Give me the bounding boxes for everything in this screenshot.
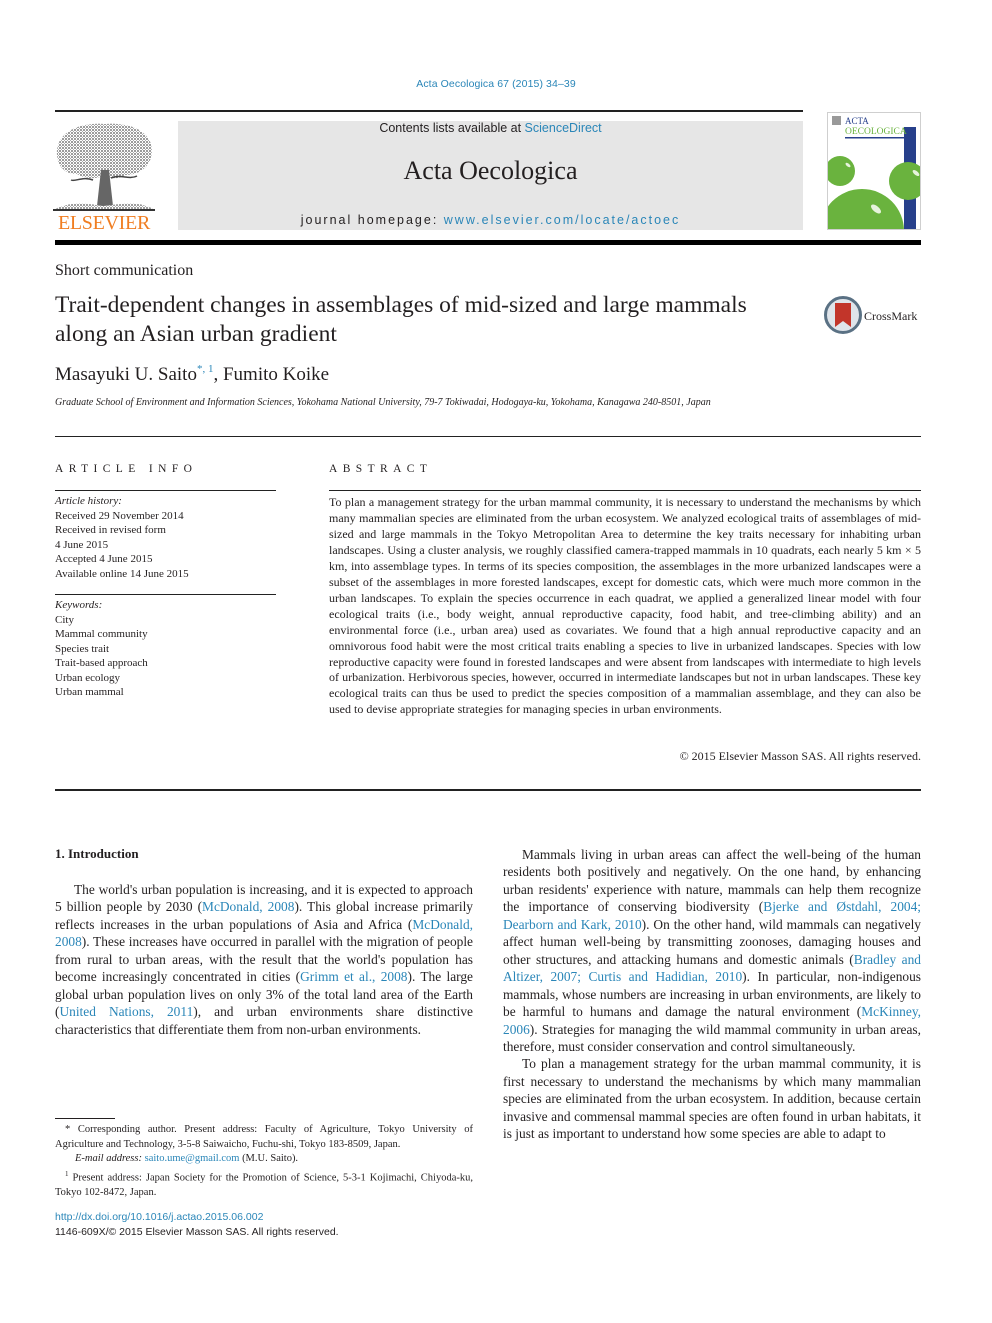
article-type: Short communication xyxy=(55,262,194,279)
footnote-email: E-mail address: saito.ume@gmail.com (M.U… xyxy=(55,1152,473,1167)
divider-rule xyxy=(55,789,921,791)
keywords-label: Keywords: xyxy=(55,599,103,611)
author-list: Masayuki U. Saito*, 1, Fumito Koike xyxy=(55,363,329,386)
homepage-prefix: journal homepage: xyxy=(300,213,444,227)
article-info-heading: ARTICLE INFO xyxy=(55,463,198,475)
journal-cover-icon: ACTA OECOLOGICA xyxy=(828,113,920,229)
journal-homepage-line: journal homepage: www.elsevier.com/locat… xyxy=(178,213,803,227)
email-link[interactable]: saito.ume@gmail.com xyxy=(145,1153,240,1164)
body-paragraph: Mammals living in urban areas can affect… xyxy=(503,846,921,1055)
issn-copyright: 1146-609X/© 2015 Elsevier Masson SAS. Al… xyxy=(55,1226,339,1238)
sciencedirect-link[interactable]: ScienceDirect xyxy=(525,121,602,135)
elsevier-wordmark: ELSEVIER xyxy=(57,212,151,234)
keyword-item: Trait-based approach xyxy=(55,657,148,669)
header-thick-rule xyxy=(55,240,921,245)
journal-homepage-link[interactable]: www.elsevier.com/locate/actoec xyxy=(444,213,680,227)
footnote-corresponding-author: * Corresponding author. Present address:… xyxy=(55,1124,473,1150)
keyword-item: Urban ecology xyxy=(55,671,121,684)
svg-text:ACTA: ACTA xyxy=(845,116,869,126)
history-item: Available online 14 June 2015 xyxy=(55,567,189,580)
journal-title: Acta Oecologica xyxy=(403,156,578,185)
journal-cover-thumbnail[interactable]: ACTA OECOLOGICA xyxy=(827,112,921,230)
svg-text:OECOLOGICA: OECOLOGICA xyxy=(845,127,907,137)
crossmark-label: CrossMark xyxy=(864,309,917,323)
abstract-text: To plan a management strategy for the ur… xyxy=(329,495,921,717)
history-item: Received in revised form xyxy=(55,524,166,536)
body-paragraph: The world's urban population is increasi… xyxy=(55,881,473,1038)
footnote-1-text: Present address: Japan Society for the P… xyxy=(55,1172,473,1198)
article-title: Trait-dependent changes in assemblages o… xyxy=(55,292,747,347)
doi-link[interactable]: http://dx.doi.org/10.1016/j.actao.2015.0… xyxy=(55,1211,263,1223)
section-heading-introduction: 1. Introduction xyxy=(55,846,139,861)
keyword-item: Species trait xyxy=(55,642,110,655)
author-name[interactable]: Fumito Koike xyxy=(223,364,329,385)
author-separator: , xyxy=(213,364,223,385)
keyword-item: Urban mammal xyxy=(55,686,124,698)
tree-icon xyxy=(53,123,155,211)
header-top-rule xyxy=(55,110,803,112)
contents-prefix: Contents lists available at xyxy=(379,121,525,135)
keywords-list: Keywords: City Mammal community Species … xyxy=(55,598,276,700)
footnotes: * Corresponding author. Present address:… xyxy=(55,1123,473,1200)
body-column-right: Mammals living in urban areas can affect… xyxy=(503,846,921,1143)
author-name[interactable]: Masayuki U. Saito xyxy=(55,364,197,385)
divider-rule xyxy=(55,594,276,596)
divider-rule xyxy=(55,490,276,492)
citation-link[interactable]: United Nations, 2011 xyxy=(59,1004,193,1019)
abstract-copyright: © 2015 Elsevier Masson SAS. All rights r… xyxy=(679,749,921,763)
keyword-item: City xyxy=(55,613,74,626)
article-history-label: Article history: xyxy=(55,495,122,507)
keyword-item: Mammal community xyxy=(55,628,148,640)
body-column-left: The world's urban population is increasi… xyxy=(55,881,473,1038)
crossmark-button[interactable]: CrossMark xyxy=(824,296,924,336)
email-label: E-mail address: xyxy=(75,1153,145,1165)
footnote-rule xyxy=(55,1118,115,1119)
history-item: 4 June 2015 xyxy=(55,538,109,551)
history-item: Accepted 4 June 2015 xyxy=(55,553,153,565)
body-paragraph: To plan a management strategy for the ur… xyxy=(503,1055,921,1142)
article-history: Article history: Received 29 November 20… xyxy=(55,494,276,581)
history-item: Received 29 November 2014 xyxy=(55,509,184,522)
divider-rule xyxy=(55,436,921,438)
paragraph-text: ). Strategies for managing the wild mamm… xyxy=(503,1021,921,1054)
footnote-1: 1 Present address: Japan Society for the… xyxy=(55,1167,473,1201)
author-footnote-marks[interactable]: *, 1 xyxy=(197,363,214,375)
contents-availability-line: Contents lists available at ScienceDirec… xyxy=(178,121,803,135)
divider-rule xyxy=(329,490,921,492)
email-suffix: (M.U. Saito). xyxy=(239,1153,299,1165)
journal-citation-link[interactable]: Acta Oecologica 67 (2015) 34–39 xyxy=(0,78,992,90)
crossmark-icon: CrossMark xyxy=(824,296,917,334)
author-affiliation: Graduate School of Environment and Infor… xyxy=(55,397,711,408)
abstract-heading: ABSTRACT xyxy=(329,463,433,475)
citation-link[interactable]: McDonald, 2008 xyxy=(202,899,294,914)
paragraph-text: To plan a management strategy for the ur… xyxy=(503,1056,921,1142)
citation-link[interactable]: Grimm et al., 2008 xyxy=(300,969,407,984)
